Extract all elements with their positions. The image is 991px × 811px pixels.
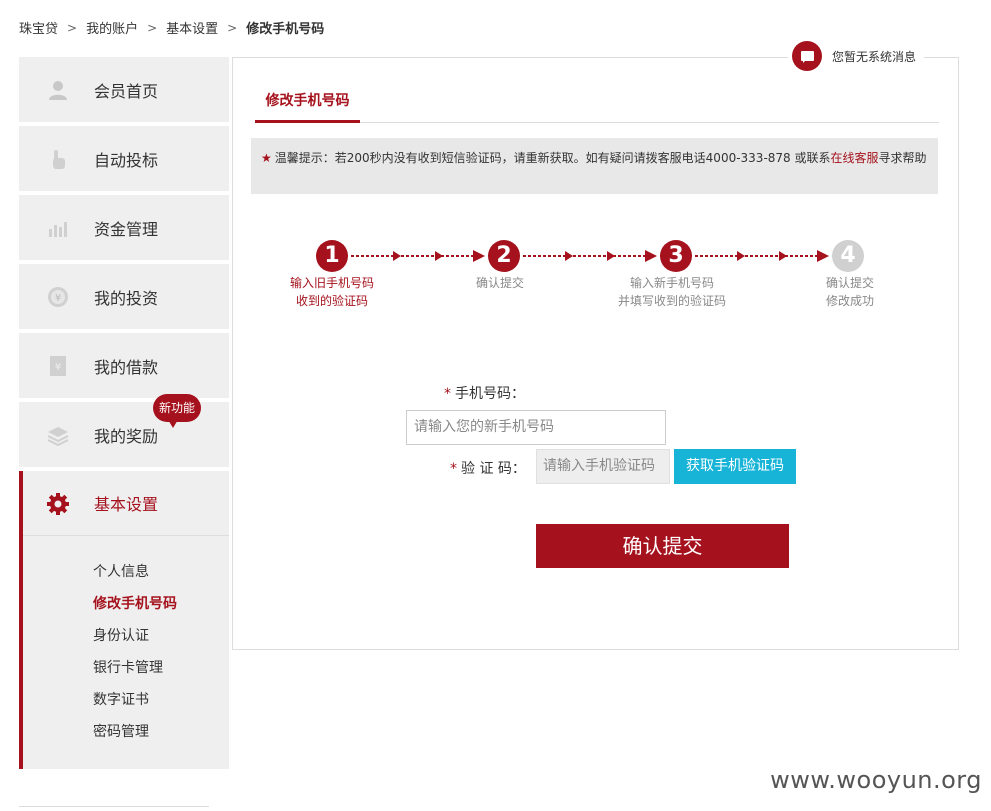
submenu-bank-card[interactable]: 银行卡管理 — [93, 657, 229, 689]
sidebar-item-label: 会员首页 — [94, 81, 159, 101]
code-label: * 验 证 码： — [450, 458, 526, 478]
sidebar-item-investments[interactable]: ¥ 我的投资 — [19, 264, 229, 329]
step-3-line2: 并填写收到的验证码 — [617, 294, 726, 308]
watermark: www.wooyun.org — [770, 766, 982, 794]
breadcrumb-current: 修改手机号码 — [246, 22, 325, 37]
step-4-line1: 确认提交 — [825, 276, 874, 290]
sidebar: 会员首页 自动投标 资金管理 ¥ 我的投资 ¥ 我的借款 我的奖励 新功能 基本… — [19, 57, 229, 769]
progress-steps: 1 2 3 4 输入旧手机号码 收到的验证码 确认提交 输入新手机号码 并填写收… — [233, 238, 960, 318]
step-1-line2: 收到的验证码 — [295, 294, 368, 308]
breadcrumb-home[interactable]: 珠宝贷 — [19, 18, 58, 37]
breadcrumb-account[interactable]: 我的账户 — [86, 18, 138, 37]
step-4-label: 确认提交 修改成功 — [780, 274, 920, 310]
step-2-label: 确认提交 — [430, 274, 570, 292]
svg-text:¥: ¥ — [55, 293, 61, 304]
submenu-change-phone[interactable]: 修改手机号码 — [93, 593, 229, 625]
yen-document-icon: ¥ — [50, 356, 66, 376]
sidebar-item-loans[interactable]: ¥ 我的借款 — [19, 333, 229, 398]
step-1-circle: 1 — [316, 240, 348, 272]
phone-label: * 手机号码： — [444, 383, 525, 403]
sidebar-item-auto-bid[interactable]: 自动投标 — [19, 126, 229, 191]
step-3-circle: 3 — [660, 240, 692, 272]
hand-pointer-icon — [53, 150, 65, 169]
code-label-text: 验 证 码： — [461, 461, 526, 477]
breadcrumb-settings[interactable]: 基本设置 — [166, 18, 218, 37]
tab-change-phone[interactable]: 修改手机号码 — [255, 86, 360, 123]
step-3-label: 输入新手机号码 并填写收到的验证码 — [602, 274, 742, 310]
sidebar-item-label: 我的奖励 — [94, 426, 159, 446]
svg-text:¥: ¥ — [55, 362, 61, 373]
tip-box: ★ 温馨提示：若200秒内没有收到短信验证码，请重新获取。如有疑问请拨客服电话40… — [251, 138, 938, 194]
sidebar-item-home[interactable]: 会员首页 — [19, 57, 229, 122]
submenu-identity[interactable]: 身份认证 — [93, 625, 229, 657]
sms-code-input[interactable]: 请输入手机验证码 — [536, 449, 670, 484]
user-icon — [49, 81, 67, 100]
breadcrumb-separator: > — [67, 20, 78, 35]
message-icon — [792, 41, 822, 71]
breadcrumb-separator: > — [147, 20, 158, 35]
sidebar-item-label: 我的投资 — [94, 288, 159, 308]
system-message-text: 您暂无系统消息 — [832, 49, 917, 64]
get-code-button[interactable]: 获取手机验证码 — [674, 449, 796, 484]
settings-submenu: 个人信息 修改手机号码 身份认证 银行卡管理 数字证书 密码管理 — [23, 536, 229, 753]
new-phone-input[interactable]: 请输入您的新手机号码 — [406, 410, 666, 445]
step-2-line1: 确认提交 — [475, 276, 524, 290]
gear-icon — [47, 493, 69, 515]
submenu-digital-cert[interactable]: 数字证书 — [93, 689, 229, 721]
step-1-label: 输入旧手机号码 收到的验证码 — [262, 274, 402, 310]
online-service-link[interactable]: 在线客服 — [831, 151, 879, 165]
new-feature-badge: 新功能 — [153, 394, 201, 428]
phone-label-text: 手机号码： — [455, 386, 525, 402]
breadcrumb: 珠宝贷 > 我的账户 > 基本设置 > 修改手机号码 — [19, 18, 325, 38]
sidebar-item-label: 我的借款 — [94, 357, 159, 377]
sidebar-item-rewards[interactable]: 我的奖励 新功能 — [19, 394, 229, 467]
submenu-personal-info[interactable]: 个人信息 — [93, 561, 229, 593]
divider — [19, 806, 209, 807]
system-message-notice[interactable]: 您暂无系统消息 — [788, 40, 925, 72]
badge-tail — [167, 418, 179, 428]
layers-icon — [47, 427, 69, 446]
required-mark: * — [450, 461, 457, 477]
sidebar-item-basic-settings: 基本设置 个人信息 修改手机号码 身份认证 银行卡管理 数字证书 密码管理 — [19, 471, 229, 769]
tip-text-end: 寻求帮助 — [878, 151, 927, 165]
step-connector-2 — [523, 250, 657, 262]
sidebar-item-label: 自动投标 — [94, 150, 159, 170]
step-4-line2: 修改成功 — [825, 294, 874, 308]
yen-coin-icon: ¥ — [48, 287, 68, 307]
star-icon: ★ — [261, 151, 272, 165]
sidebar-item-label: 资金管理 — [94, 219, 159, 239]
chart-icon — [49, 222, 67, 237]
step-connector-1 — [351, 250, 485, 262]
sidebar-active-label: 基本设置 — [94, 495, 159, 514]
sidebar-active-header[interactable]: 基本设置 — [23, 471, 229, 536]
submit-button[interactable]: 确认提交 — [536, 524, 789, 568]
required-mark: * — [444, 386, 451, 402]
step-connector-3 — [695, 250, 829, 262]
submenu-password[interactable]: 密码管理 — [93, 721, 229, 753]
step-4-circle: 4 — [832, 240, 864, 272]
step-1-line1: 输入旧手机号码 — [289, 276, 374, 290]
step-3-line1: 输入新手机号码 — [629, 276, 714, 290]
tab-bar: 修改手机号码 — [255, 86, 939, 123]
sidebar-item-funds[interactable]: 资金管理 — [19, 195, 229, 260]
step-2-circle: 2 — [488, 240, 520, 272]
page: 珠宝贷 > 我的账户 > 基本设置 > 修改手机号码 会员首页 自动投标 资金管… — [0, 0, 991, 811]
tip-text: 温馨提示：若200秒内没有收到短信验证码，请重新获取。如有疑问请拨客服电话400… — [274, 151, 831, 165]
breadcrumb-separator: > — [227, 20, 238, 35]
main-panel: 修改手机号码 ★ 温馨提示：若200秒内没有收到短信验证码，请重新获取。如有疑问请… — [232, 57, 959, 650]
